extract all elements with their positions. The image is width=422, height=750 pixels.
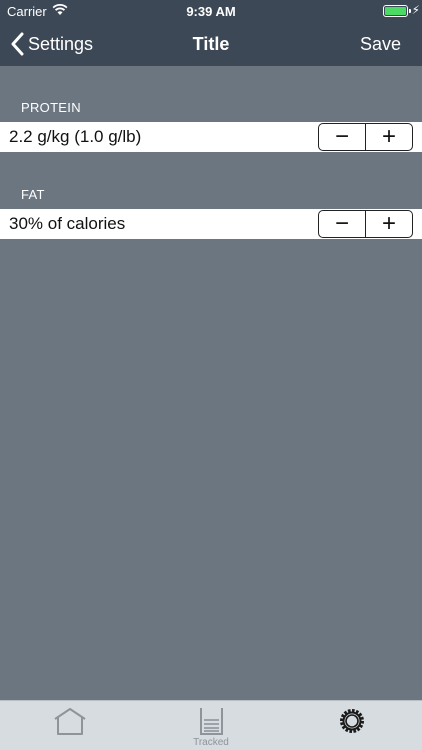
section-header-protein: PROTEIN bbox=[21, 100, 81, 115]
page-title: Title bbox=[192, 34, 230, 54]
fat-value: 30% of calories bbox=[9, 214, 126, 233]
tracked-icon bbox=[200, 708, 223, 735]
protein-value: 2.2 g/kg (1.0 g/lb) bbox=[9, 127, 142, 146]
tab-home[interactable] bbox=[0, 701, 140, 750]
top-bar: Carrier 9:39 AM ⚡ Settings Title Save bbox=[0, 0, 422, 66]
gear-icon bbox=[340, 709, 364, 733]
home-icon bbox=[54, 708, 86, 735]
fat-increment-button[interactable]: + bbox=[365, 211, 412, 237]
save-button[interactable]: Save bbox=[360, 34, 401, 55]
protein-row: 2.2 g/kg (1.0 g/lb) − + bbox=[0, 122, 422, 152]
navigation-bar: Settings Title Save bbox=[0, 22, 422, 66]
protein-increment-button[interactable]: + bbox=[365, 124, 412, 150]
tab-settings[interactable] bbox=[282, 701, 422, 750]
tab-bar: Tracked bbox=[0, 700, 422, 750]
protein-decrement-button[interactable]: − bbox=[319, 124, 365, 150]
clock: 9:39 AM bbox=[186, 4, 236, 19]
status-bar: Carrier 9:39 AM ⚡ bbox=[0, 0, 422, 22]
fat-stepper[interactable]: − + bbox=[318, 210, 413, 238]
battery-icon bbox=[383, 5, 408, 17]
charging-icon: ⚡ bbox=[411, 3, 420, 17]
section-header-fat: FAT bbox=[21, 187, 45, 202]
fat-row: 30% of calories − + bbox=[0, 209, 422, 239]
protein-stepper[interactable]: − + bbox=[318, 123, 413, 151]
tab-tracked-label: Tracked bbox=[193, 737, 229, 748]
tab-tracked[interactable]: Tracked bbox=[141, 701, 281, 750]
fat-decrement-button[interactable]: − bbox=[319, 211, 365, 237]
